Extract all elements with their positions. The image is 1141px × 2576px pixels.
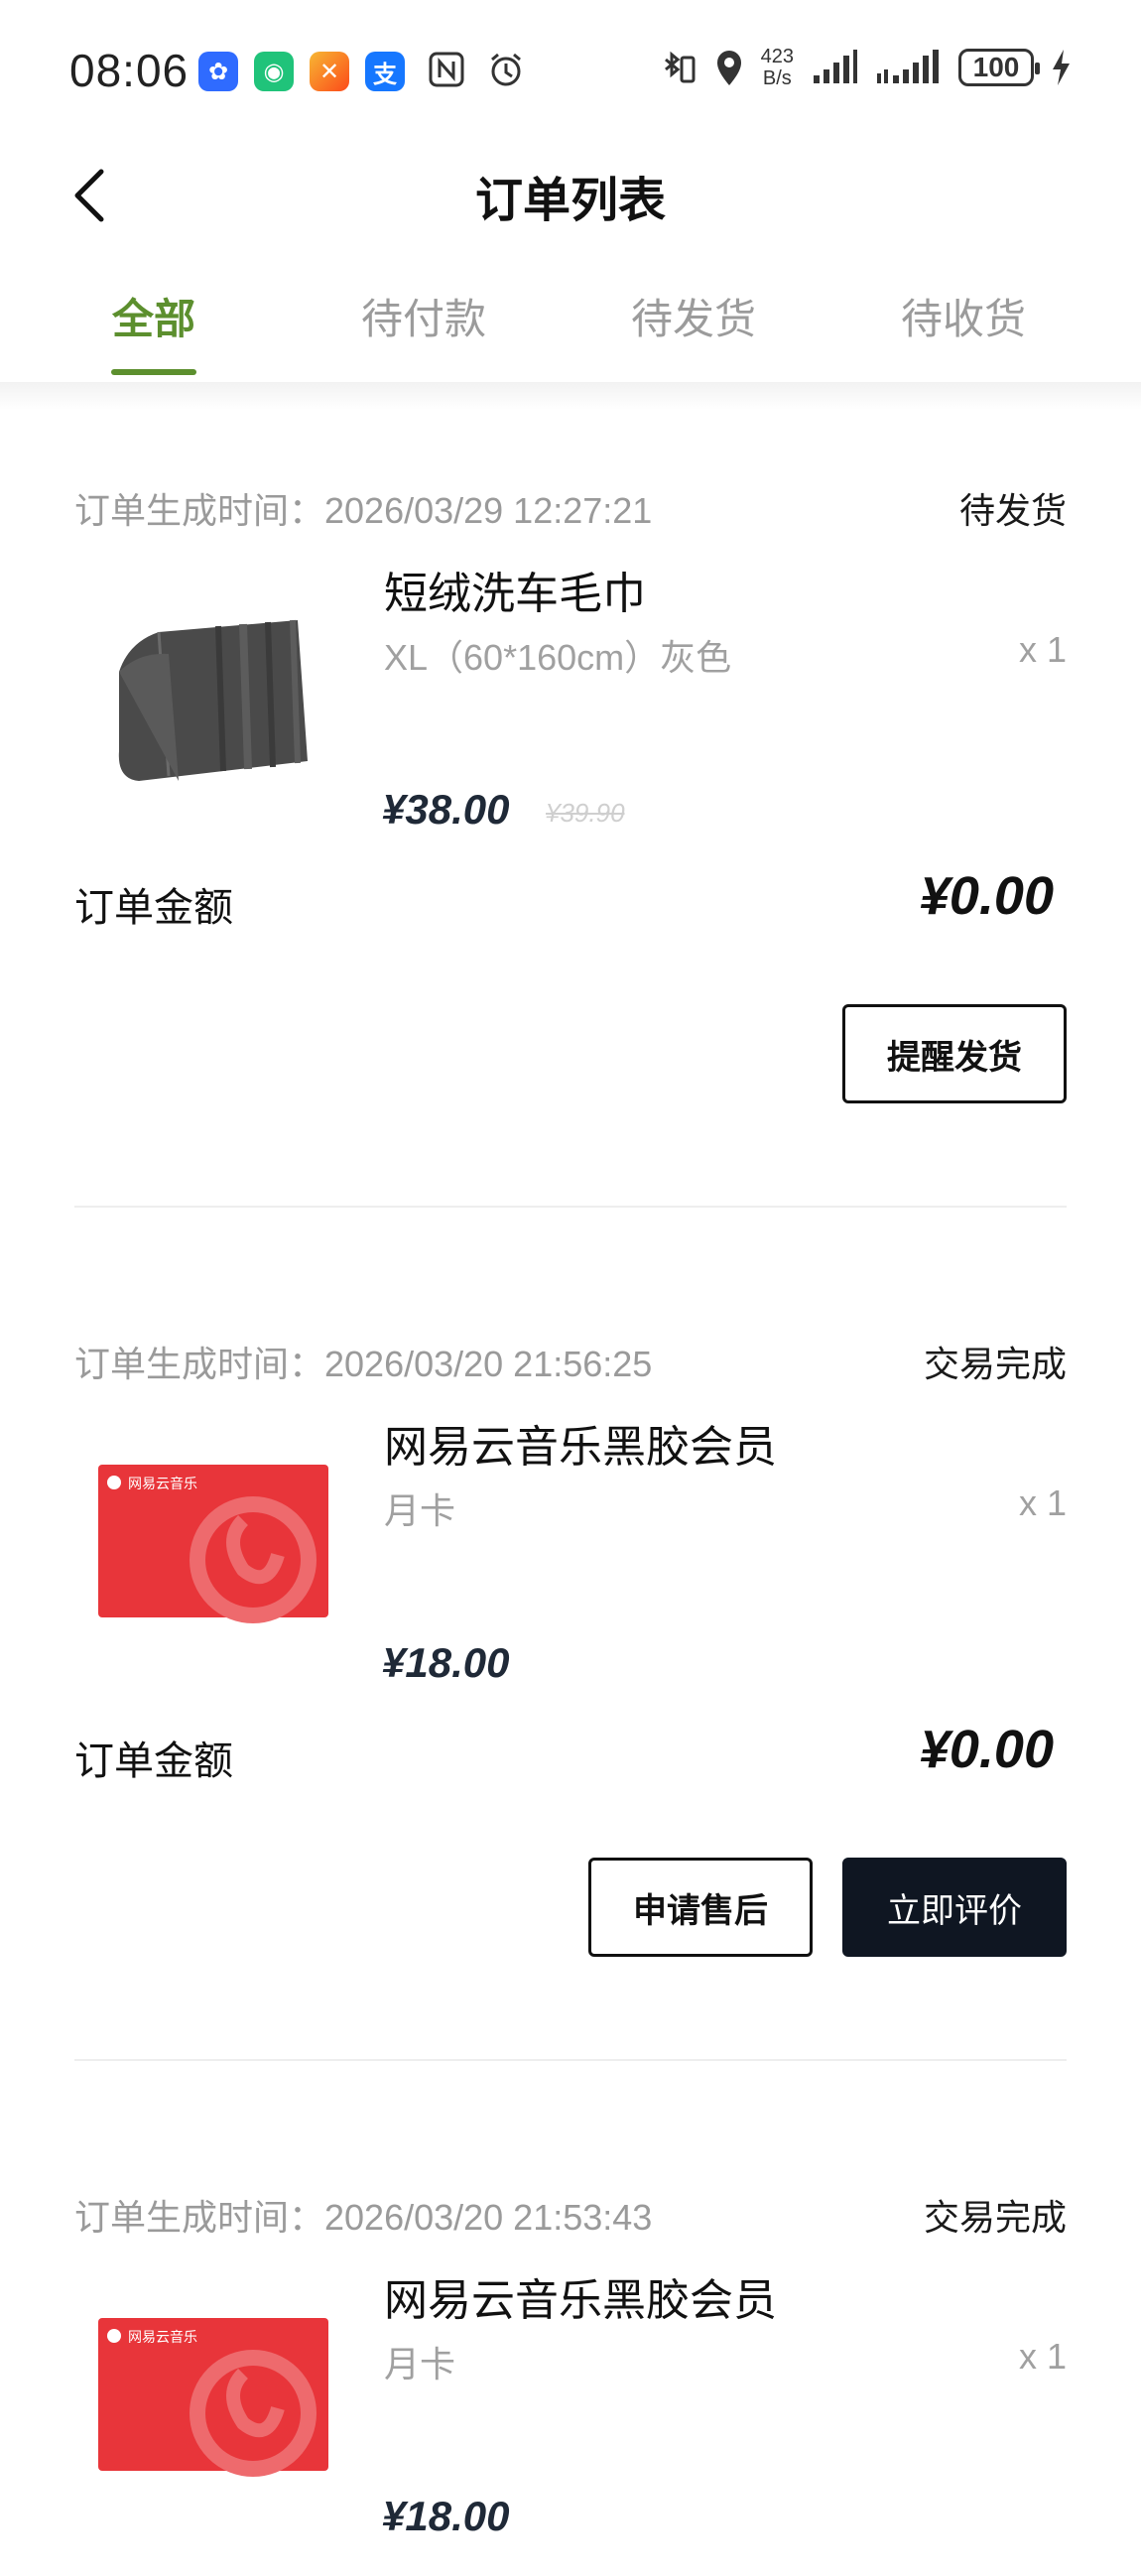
product-spec: XL（60*160cm）灰色 (384, 637, 732, 678)
order-divider (74, 2059, 1067, 2061)
tabs-shadow (0, 382, 1141, 410)
tab-pending-shipment[interactable]: 待发货 (594, 286, 793, 346)
status-time: 08:06 (69, 45, 190, 96)
order-card[interactable]: 订单生成时间：2026/03/29 12:27:21 待发货 短绒洗车毛巾 XL… (0, 478, 1141, 1213)
remind-shipment-button[interactable]: 提醒发货 (842, 1004, 1067, 1103)
status-app-icons: ✿ ◉ ✕ 支 (198, 52, 405, 91)
net-speed-unit: B/s (762, 67, 792, 89)
page-title: 订单列表 (474, 175, 666, 227)
signal-icon (814, 50, 857, 83)
tencent-icon: ✿ (198, 52, 238, 91)
status-system-icons (427, 50, 526, 89)
order-status: 交易完成 (923, 1344, 1067, 1384)
product-spec: 月卡 (384, 2344, 456, 2384)
product-image-music-card[interactable]: 网易云音乐 (79, 2284, 347, 2512)
battery-indicator: 100 (958, 49, 1040, 86)
order-status: 交易完成 (923, 2197, 1067, 2238)
product-spec: 月卡 (384, 1490, 456, 1531)
product-image-towel[interactable] (79, 578, 347, 806)
card-brand-text: 网易云音乐 (128, 1476, 197, 1492)
net-speed-value: 423 (760, 46, 794, 67)
alarm-icon (491, 53, 521, 86)
tab-pending-receipt[interactable]: 待收货 (864, 286, 1063, 346)
product-image-music-card[interactable]: 网易云音乐 (79, 1431, 347, 1659)
tab-all[interactable]: 全部 (55, 286, 253, 346)
order-total-label: 订单金额 (74, 1739, 233, 1783)
order-tabs: 全部 待付款 待发货 待收货 (0, 278, 1141, 387)
bluetooth-battery-icon (664, 51, 696, 83)
order-status: 待发货 (958, 490, 1067, 531)
product-quantity: x 1 (1018, 629, 1067, 670)
order-divider (74, 1206, 1067, 1208)
order-total-value: ¥0.00 (919, 866, 1054, 926)
tab-pending-payment[interactable]: 待付款 (324, 286, 523, 346)
order-time: 订单生成时间：2026/03/20 21:53:43 (74, 2197, 653, 2238)
product-price: ¥38.00 (382, 786, 510, 833)
product-quantity: x 1 (1018, 1482, 1067, 1523)
order-total-value: ¥0.00 (919, 1720, 1054, 1779)
alipay-icon: 支 (365, 52, 405, 91)
order-header: 订单生成时间：2026/03/20 21:53:43 交易完成 (74, 2185, 1067, 2245)
review-now-button[interactable]: 立即评价 (842, 1858, 1067, 1957)
network-speed: 423 B/s (761, 46, 794, 89)
order-header: 订单生成时间：2026/03/29 12:27:21 待发货 (74, 478, 1067, 538)
game-icon: ✕ (310, 52, 349, 91)
order-card[interactable]: 订单生成时间：2026/03/20 21:56:25 交易完成 网易云音乐 网易… (0, 1332, 1141, 2066)
towel-image (118, 619, 308, 781)
after-sales-button[interactable]: 申请售后 (588, 1858, 813, 1957)
product-quantity: x 1 (1018, 2336, 1067, 2377)
nfc-icon (429, 52, 464, 87)
wechat-green-icon: ◉ (254, 52, 294, 91)
order-time: 订单生成时间：2026/03/20 21:56:25 (74, 1344, 653, 1384)
active-tab-indicator (111, 369, 196, 375)
location-icon (716, 51, 741, 85)
charging-icon (1053, 50, 1070, 85)
product-price: ¥18.00 (382, 1639, 510, 1686)
netease-card-image: 网易云音乐 (98, 1465, 328, 1623)
card-brand-text: 网易云音乐 (128, 2329, 197, 2346)
status-bar: 08:06 ✿ ◉ ✕ 支 423 B/s 100 (0, 0, 1141, 139)
product-name[interactable]: 网易云音乐黑胶会员 (384, 1411, 777, 1475)
netease-card-image: 网易云音乐 (98, 2318, 328, 2477)
product-price: ¥18.00 (382, 2493, 510, 2539)
product-original-price: ¥39.90 (546, 798, 625, 828)
product-name[interactable]: 网易云音乐黑胶会员 (384, 2264, 777, 2328)
signal-2-icon (877, 50, 939, 83)
order-header: 订单生成时间：2026/03/20 21:56:25 交易完成 (74, 1332, 1067, 1391)
status-right-group: 423 B/s 100 (658, 46, 1072, 89)
product-name[interactable]: 短绒洗车毛巾 (384, 558, 646, 621)
nav-header: 订单列表 (0, 139, 1141, 248)
order-time: 订单生成时间：2026/03/29 12:27:21 (74, 490, 653, 531)
order-total-label: 订单金额 (74, 886, 233, 930)
order-card[interactable]: 订单生成时间：2026/03/20 21:53:43 交易完成 网易云音乐 网易… (0, 2185, 1141, 2576)
